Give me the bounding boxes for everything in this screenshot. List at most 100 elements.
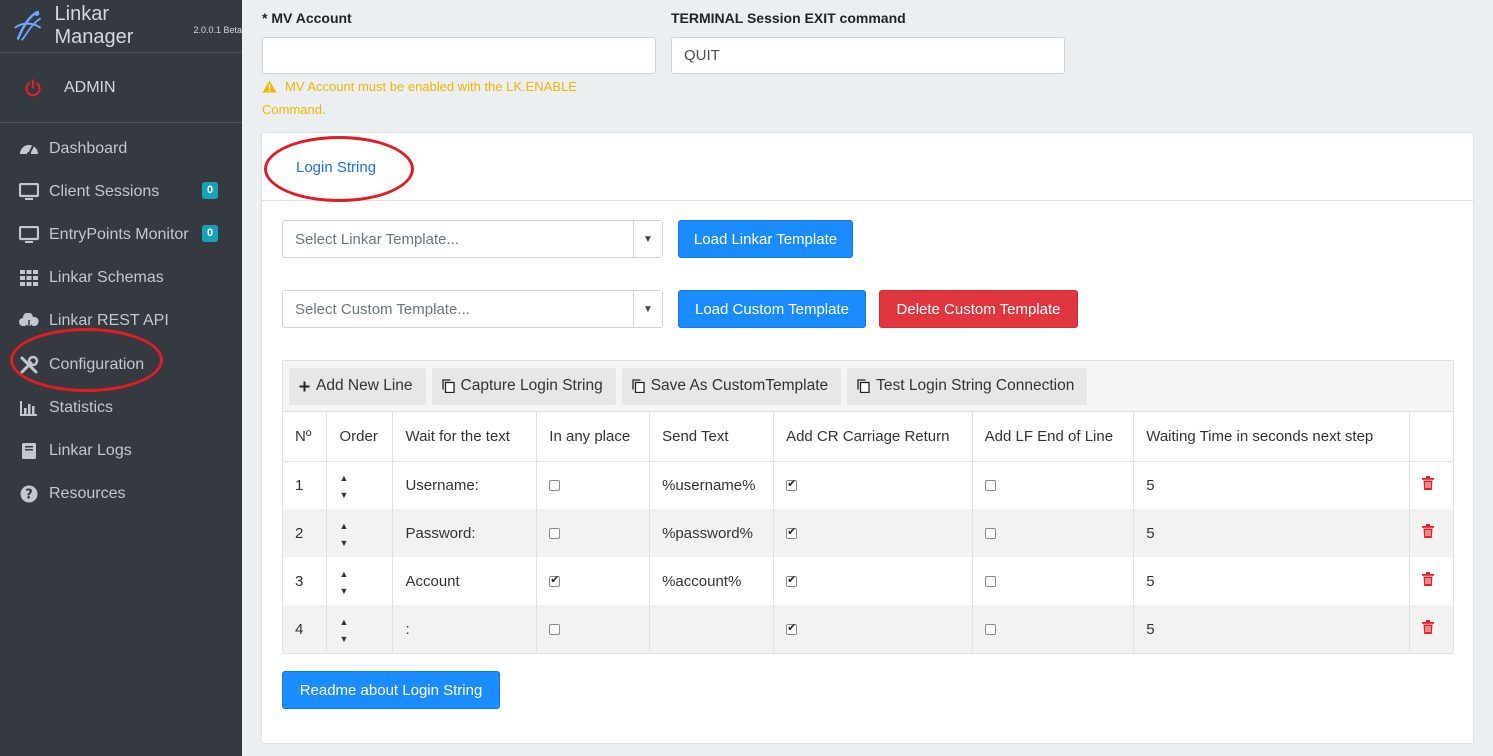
mv-account-input[interactable] — [262, 37, 656, 74]
add-cr-checkbox[interactable] — [786, 477, 798, 492]
sidebar-item-linkar-schemas[interactable]: Linkar Schemas — [0, 257, 242, 300]
trash-icon[interactable] — [1422, 524, 1435, 538]
add-lf-checkbox[interactable] — [984, 528, 996, 540]
grid-toolbar: Add New Line Capture Login String Save A… — [283, 361, 1453, 412]
save-as-custom-template-button[interactable]: Save As CustomTemplate — [621, 367, 842, 405]
send-text-cell[interactable]: %password% — [649, 509, 775, 557]
add-cr-checkbox[interactable] — [786, 573, 798, 588]
sidebar-item-label: Linkar Logs — [49, 441, 132, 459]
waiting-time-cell[interactable]: 5 — [1133, 605, 1411, 653]
test-login-string-connection-label: Test Login String Connection — [876, 377, 1075, 394]
in-any-place-checkbox[interactable] — [549, 528, 561, 540]
monitor-icon — [19, 182, 39, 202]
move-up-down-arrows[interactable]: ▲ ▼ — [339, 617, 356, 644]
table-row: 4 ▲ ▼ : 5 — [283, 605, 1453, 653]
bar-chart-icon — [19, 398, 39, 418]
sidebar-item-label: Linkar Schemas — [49, 269, 164, 287]
test-login-string-connection-button[interactable]: Test Login String Connection — [847, 367, 1088, 405]
power-icon[interactable] — [24, 78, 42, 97]
login-string-card: Login String Select Linkar Template... ▼… — [261, 132, 1474, 744]
svg-text:?: ? — [25, 488, 33, 503]
move-up-down-arrows[interactable]: ▲ ▼ — [339, 569, 356, 596]
in-any-place-checkbox[interactable] — [549, 573, 561, 588]
row-number: 4 — [283, 605, 328, 653]
table-row: 1 ▲ ▼ Username: %username% 5 — [283, 461, 1453, 509]
waiting-time-cell[interactable]: 5 — [1133, 509, 1411, 557]
entrypoints-count-badge: 0 — [202, 225, 219, 243]
send-text-cell[interactable] — [649, 605, 775, 653]
table-header-row: Nº Order Wait for the text In any place … — [283, 412, 1453, 461]
trash-icon[interactable] — [1422, 476, 1435, 491]
in-any-place-checkbox[interactable] — [549, 480, 561, 492]
tools-icon — [19, 355, 39, 375]
wait-text-cell[interactable]: Account — [392, 557, 538, 605]
load-linkar-template-button[interactable]: Load Linkar Template — [678, 220, 853, 258]
custom-template-select[interactable]: Select Custom Template... ▼ — [282, 290, 663, 328]
waiting-time-cell[interactable]: 5 — [1133, 461, 1411, 509]
sidebar: Linkar Manager 2.0.0.1 Beta ADMIN Dashbo… — [0, 0, 242, 756]
linkar-template-placeholder: Select Linkar Template... — [295, 230, 459, 248]
chevron-down-icon[interactable]: ▼ — [633, 221, 662, 257]
add-cr-checkbox[interactable] — [786, 621, 798, 636]
sidebar-item-label: Linkar REST API — [49, 312, 169, 330]
copy-icon — [441, 379, 455, 393]
sidebar-item-linkar-rest-api[interactable]: Linkar REST API — [0, 300, 242, 343]
terminal-exit-input[interactable]: QUIT — [671, 37, 1065, 74]
sidebar-item-client-sessions[interactable]: Client Sessions 0 — [0, 170, 242, 213]
add-lf-checkbox[interactable] — [984, 576, 996, 588]
send-text-cell[interactable]: %account% — [649, 557, 775, 605]
capture-login-string-button[interactable]: Capture Login String — [431, 367, 616, 405]
brand-version: 2.0.0.1 Beta — [193, 24, 242, 35]
move-up-down-arrows[interactable]: ▲ ▼ — [339, 521, 356, 548]
waiting-time-cell[interactable]: 5 — [1133, 557, 1411, 605]
save-as-custom-template-label: Save As CustomTemplate — [650, 377, 829, 394]
mv-account-label: * MV Account — [262, 10, 352, 26]
row-number: 1 — [283, 461, 328, 509]
sidebar-item-label: Dashboard — [49, 139, 128, 157]
move-up-down-arrows[interactable]: ▲ ▼ — [339, 473, 356, 500]
terminal-exit-label: TERMINAL Session EXIT command — [671, 10, 906, 26]
trash-icon[interactable] — [1422, 572, 1435, 586]
wait-text-cell[interactable]: Password: — [392, 509, 538, 557]
column-header: Nº — [283, 412, 328, 461]
sidebar-item-configuration[interactable]: Configuration — [0, 343, 242, 386]
login-string-grid: Add New Line Capture Login String Save A… — [282, 360, 1454, 654]
cloud-icon — [19, 311, 39, 331]
warning-icon — [262, 78, 277, 99]
readme-login-string-button[interactable]: Readme about Login String — [282, 671, 500, 709]
wait-text-cell[interactable]: Username: — [392, 461, 538, 509]
user-panel[interactable]: ADMIN — [0, 53, 242, 123]
chevron-down-icon[interactable]: ▼ — [633, 291, 662, 327]
sidebar-item-label: EntryPoints Monitor — [49, 225, 189, 243]
sidebar-item-statistics[interactable]: Statistics — [0, 386, 242, 429]
copy-icon — [857, 379, 870, 393]
column-header — [1410, 412, 1453, 461]
brand[interactable]: Linkar Manager 2.0.0.1 Beta — [0, 0, 242, 53]
trash-icon[interactable] — [1422, 620, 1435, 634]
column-header: Waiting Time in seconds next step — [1133, 412, 1411, 461]
wait-text-cell[interactable]: : — [392, 605, 538, 653]
user-name: ADMIN — [64, 78, 116, 96]
linkar-template-select[interactable]: Select Linkar Template... ▼ — [282, 220, 663, 258]
add-lf-checkbox[interactable] — [984, 480, 996, 492]
brand-title: Linkar Manager — [54, 3, 134, 48]
add-new-line-button[interactable]: Add New Line — [289, 367, 426, 405]
linkar-logo-icon — [14, 10, 42, 41]
send-text-cell[interactable]: %username% — [649, 461, 775, 509]
add-lf-checkbox[interactable] — [984, 624, 996, 636]
main-content: * MV Account MV Account must be enabled … — [242, 0, 1493, 756]
sidebar-item-entrypoints-monitor[interactable]: EntryPoints Monitor 0 — [0, 213, 242, 256]
sidebar-item-linkar-logs[interactable]: Linkar Logs — [0, 429, 242, 472]
sidebar-item-resources[interactable]: ? Resources — [0, 473, 242, 516]
delete-custom-template-button[interactable]: Delete Custom Template — [879, 290, 1078, 328]
column-header: Send Text — [649, 412, 775, 461]
column-header: Order — [326, 412, 394, 461]
in-any-place-checkbox[interactable] — [549, 624, 561, 636]
load-custom-template-button[interactable]: Load Custom Template — [678, 290, 866, 328]
sidebar-item-dashboard[interactable]: Dashboard — [0, 127, 242, 170]
add-cr-checkbox[interactable] — [786, 525, 798, 540]
tab-login-string[interactable]: Login String — [296, 159, 376, 176]
column-header: Add CR Carriage Return — [773, 412, 973, 461]
warning-text: MV Account must be enabled with the LK.E… — [262, 79, 577, 117]
sidebar-nav: Dashboard Client Sessions 0 EntryPoints … — [0, 127, 242, 516]
